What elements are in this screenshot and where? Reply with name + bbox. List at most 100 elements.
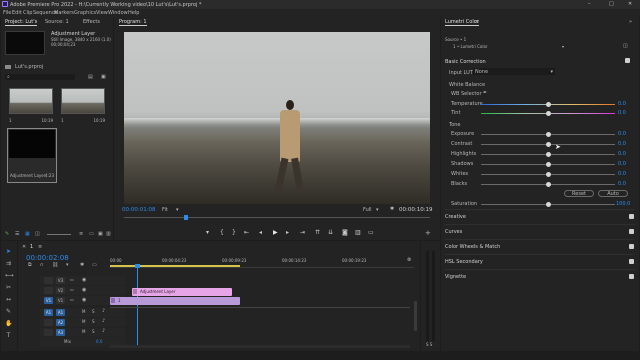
minimize-button[interactable]: – (588, 1, 591, 7)
track-v3-label[interactable]: V3 (56, 277, 65, 284)
vignette-checkbox[interactable] (629, 274, 634, 279)
track-a3-solo[interactable]: S (92, 329, 95, 334)
tab-lumetri[interactable]: Lumetri Color (445, 19, 479, 26)
saturation-knob[interactable] (546, 202, 551, 207)
freeform-view-icon[interactable]: ◫ (35, 231, 40, 237)
source-a1-patch[interactable]: A1 (44, 309, 53, 316)
program-timecode[interactable]: 00:00:01:08 (122, 207, 156, 213)
nest-icon[interactable]: ⧉ (28, 262, 32, 268)
track-a1-mic-icon[interactable]: ♪ (102, 308, 105, 314)
exposure-knob[interactable] (546, 132, 551, 137)
curves-checkbox[interactable] (629, 229, 634, 234)
timeline-timecode[interactable]: 00:00:02:08 (26, 254, 69, 262)
timeline-close-icon[interactable]: ✕ (22, 244, 26, 250)
extract-icon[interactable]: ⇊ (328, 229, 333, 236)
lumetri-clip-select[interactable]: 1 • Lumetri Color (453, 44, 488, 49)
eyedropper-icon[interactable]: ✒ (483, 90, 487, 96)
fx-toggle-icon[interactable]: ◫ (623, 43, 628, 49)
tab-effects[interactable]: Effects (83, 19, 100, 25)
tab-source[interactable]: Source: 1 (45, 19, 69, 25)
menu-window[interactable]: Window (108, 10, 128, 16)
automate-icon[interactable]: ▭ (89, 231, 94, 237)
track-v2-label[interactable]: V2 (56, 287, 65, 294)
tab-sequence[interactable]: 1 (30, 244, 33, 250)
step-back-icon[interactable]: ◂ (259, 229, 262, 236)
track-a2-solo[interactable]: S (92, 319, 95, 324)
track-v2-toggle-sync[interactable] (44, 287, 53, 294)
close-button[interactable]: ✕ (628, 1, 632, 7)
time-ruler[interactable]: 00:00 00:00:04:23 00:00:09:23 00:00:14:2… (110, 256, 414, 268)
track-a2-label[interactable]: A2 (56, 319, 65, 326)
track-select-tool-icon[interactable]: ⇉ (5, 260, 12, 267)
contrast-knob[interactable] (546, 142, 551, 147)
mix-value[interactable]: 0.0 (96, 339, 102, 344)
comparison-view-icon[interactable]: ▥ (355, 229, 361, 236)
work-area-bar[interactable] (110, 265, 240, 267)
adjustment-layer-clip[interactable]: Adjustment Layer (132, 288, 232, 296)
menu-clip[interactable]: Clip (23, 10, 32, 16)
monitor-scrubber[interactable] (124, 215, 430, 220)
track-v1-eye-icon[interactable]: ◉ (82, 297, 86, 303)
highlights-knob[interactable] (546, 152, 551, 157)
video-clip-1[interactable]: 1 (110, 297, 240, 305)
track-a1-solo[interactable]: S (92, 309, 95, 314)
blacks-knob[interactable] (546, 182, 551, 187)
track-a3-mute[interactable]: M (82, 329, 85, 334)
source-v1-patch[interactable]: V1 (44, 297, 53, 304)
razor-tool-icon[interactable]: ✂ (5, 284, 12, 291)
basic-correction-checkbox[interactable] (625, 58, 630, 63)
hand-tool-icon[interactable]: ✋ (5, 320, 12, 327)
clip-thumbnail-2[interactable]: 1 10:19 (61, 88, 105, 130)
section-vignette[interactable]: Vignette (445, 269, 635, 283)
track-a3-toggle-sync[interactable] (44, 329, 53, 336)
selection-tool-icon[interactable]: ➤ (5, 248, 12, 255)
track-a1-mute[interactable]: M (82, 309, 85, 314)
clip-thumbnail-adjustment[interactable]: Adjustment Layer 4:23 (7, 128, 57, 183)
list-view-icon[interactable]: ☰ (15, 231, 19, 237)
maximize-button[interactable]: □ (609, 1, 614, 7)
new-item-bottom-icon[interactable]: ▣ (98, 231, 103, 237)
shadows-knob[interactable] (546, 162, 551, 167)
go-to-in-icon[interactable]: ⇤ (244, 229, 249, 236)
play-button-icon[interactable]: ▶ (273, 229, 278, 236)
saturation-value[interactable]: 100.0 (616, 201, 630, 207)
quality-select[interactable]: Full (363, 207, 372, 213)
settings-wrench-icon[interactable]: ✱ (390, 206, 394, 212)
lumetri-expand-icon[interactable]: » (629, 19, 632, 25)
track-a2-toggle-sync[interactable] (44, 319, 53, 326)
basic-correction-header[interactable]: Basic Correction (445, 59, 486, 65)
timeline-scrollbar-h[interactable] (110, 345, 410, 348)
menu-edit[interactable]: Edit (12, 10, 22, 16)
clear-icon[interactable]: ▥ (106, 231, 111, 237)
track-a3-mic-icon[interactable]: ♪ (102, 328, 105, 334)
add-button-icon[interactable]: + (425, 229, 431, 237)
solo-meter-button[interactable]: S S (426, 342, 432, 347)
shadows-value[interactable]: 0.0 (618, 161, 626, 167)
section-color-wheels[interactable]: Color Wheels & Match (445, 239, 635, 253)
menu-markers[interactable]: Markers (54, 10, 74, 16)
white-balance-header[interactable]: White Balance (449, 82, 485, 88)
section-creative[interactable]: Creative (445, 209, 635, 223)
input-lut-select[interactable]: None ▾ (473, 68, 555, 75)
timeline-scrollbar-v[interactable] (414, 301, 417, 331)
add-marker-icon[interactable]: ▾ (206, 229, 209, 236)
type-tool-icon[interactable]: T (5, 332, 12, 339)
track-v3-eye-icon[interactable]: ◉ (82, 277, 86, 283)
menu-graphics[interactable]: Graphics (74, 10, 96, 16)
temperature-knob[interactable] (546, 102, 551, 107)
highlights-value[interactable]: 0.0 (618, 151, 626, 157)
track-v2-lock-icon[interactable]: ▭ (70, 287, 74, 292)
track-a3-label[interactable]: A3 (56, 329, 65, 336)
lift-icon[interactable]: ⇈ (315, 229, 320, 236)
wrench-icon[interactable]: ✱ (80, 262, 84, 268)
mark-in-icon[interactable]: { (220, 229, 224, 236)
tab-project[interactable]: Project: Lut's (5, 19, 38, 26)
menu-file[interactable]: File (3, 10, 11, 16)
track-v1-label[interactable]: V1 (56, 297, 65, 304)
mark-out-icon[interactable]: } (232, 229, 236, 236)
add-marker-timeline-icon[interactable]: ▾ (66, 262, 69, 268)
menu-help[interactable]: Help (128, 10, 139, 16)
track-a2-mute[interactable]: M (82, 319, 85, 324)
export-frame-icon[interactable]: ◙ (342, 229, 348, 236)
playhead-marker[interactable] (184, 215, 188, 220)
